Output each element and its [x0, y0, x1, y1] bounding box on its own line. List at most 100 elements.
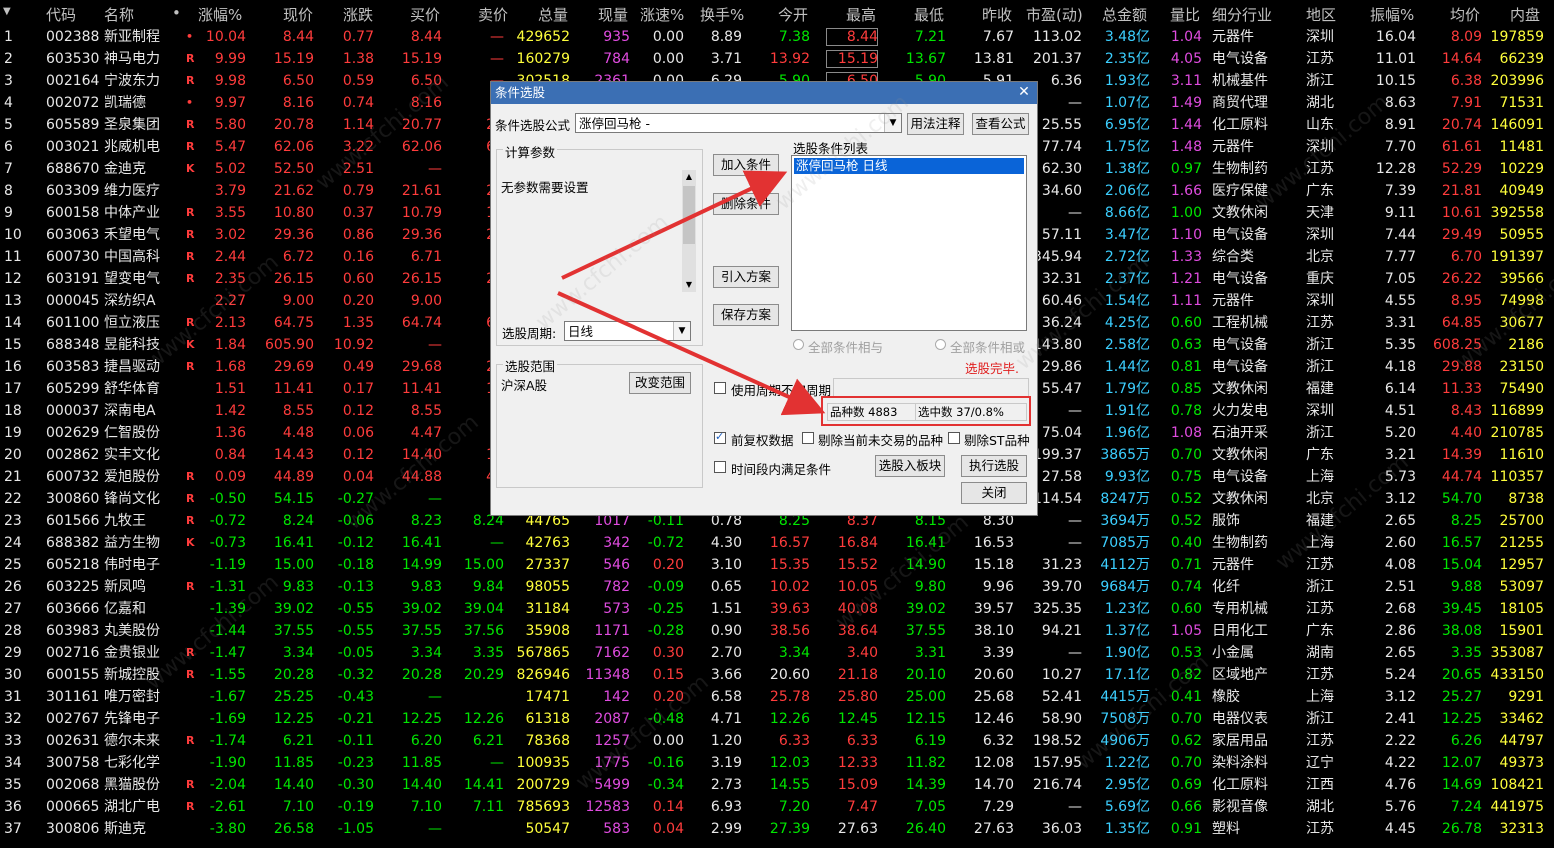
column-header[interactable]: • — [172, 4, 181, 22]
chevron-down-icon[interactable]: ▼ — [673, 322, 690, 340]
table-cell: 兆威机电 — [104, 139, 160, 155]
table-cell: 600155 — [46, 667, 100, 683]
table-row[interactable]: 32 002767 先锋电子 -1.69 12.25 -0.21 12.25 12.26 613… — [0, 708, 1554, 730]
column-header[interactable]: 涨速% — [640, 4, 684, 25]
column-header[interactable]: 现价 — [283, 4, 313, 25]
table-cell: 10 — [4, 227, 22, 243]
fixed-period-checkbox[interactable] — [714, 382, 726, 394]
table-row[interactable]: 1 002388 新亚制程 • 10.04 8.44 0.77 8.44 — 429652 935 0… — [0, 26, 1554, 48]
table-cell: 浙江 — [1306, 359, 1334, 375]
formula-select[interactable]: 涨停回马枪 - ▼ — [575, 113, 902, 133]
table-cell: 12.25 — [401, 711, 442, 727]
column-header[interactable]: 总金额 — [1102, 4, 1147, 25]
column-header[interactable]: 今开 — [778, 4, 808, 25]
close-icon[interactable]: ✕ — [1015, 84, 1033, 101]
column-header[interactable]: 买价 — [410, 4, 440, 25]
table-row[interactable]: 25 605218 伟时电子 -1.19 15.00 -0.18 14.99 15.00 273… — [0, 554, 1554, 576]
table-cell: 605.90 — [265, 337, 314, 353]
column-header[interactable]: 内盘 — [1510, 4, 1540, 25]
table-cell: 13 — [4, 293, 22, 309]
column-header[interactable]: 细分行业 — [1212, 4, 1272, 25]
restore-data-checkbox[interactable] — [714, 430, 726, 444]
table-cell: 002716 — [46, 645, 100, 661]
table-cell: 10.92 — [333, 337, 374, 353]
table-cell: 3.12 — [1384, 689, 1416, 705]
save-scheme-button[interactable]: 保存方案 — [713, 304, 779, 326]
table-row[interactable]: 28 603983 丸美股份 -1.44 37.55 -0.55 37.55 37.56 359… — [0, 620, 1554, 642]
column-header[interactable]: 名称 — [104, 4, 134, 25]
params-scrollbar[interactable]: ▲ ▼ — [682, 170, 696, 292]
scrollbar-thumb[interactable] — [683, 186, 695, 244]
column-header[interactable]: 现量 — [598, 4, 628, 25]
table-cell: 6.19 — [914, 733, 946, 749]
view-formula-button[interactable]: 查看公式 — [972, 113, 1029, 135]
column-header[interactable]: 换手% — [700, 4, 744, 25]
sort-down-icon[interactable]: ▼ — [3, 6, 11, 17]
table-row[interactable]: 34 300758 七彩化学 -1.90 11.85 -0.23 11.85 — 100935 1… — [0, 752, 1554, 774]
table-row[interactable]: 24 688382 益方生物 K -0.73 16.41 -0.12 16.41 — 42763 3… — [0, 532, 1554, 554]
table-cell: R — [186, 52, 195, 65]
import-scheme-button[interactable]: 引入方案 — [713, 266, 779, 288]
column-header[interactable]: 卖价 — [478, 4, 508, 25]
add-to-block-button[interactable]: 选股入板块 — [875, 455, 945, 477]
table-cell: 14.70 — [973, 777, 1014, 793]
dialog-titlebar[interactable]: 条件选股 ✕ — [491, 82, 1037, 104]
table-cell: 64.75 — [273, 315, 314, 331]
column-header[interactable]: 最低 — [914, 4, 944, 25]
add-condition-button[interactable]: 加入条件 — [713, 154, 779, 176]
column-header[interactable]: 均价 — [1450, 4, 1480, 25]
fixed-period-field[interactable] — [833, 378, 1029, 398]
table-row[interactable]: 27 603666 亿嘉和 -1.39 39.02 -0.55 39.02 39.04 3118… — [0, 598, 1554, 620]
radio-and[interactable] — [793, 339, 804, 350]
table-row[interactable]: 29 002716 金贵银业 R -1.47 3.34 -0.05 3.34 3.35 56786… — [0, 642, 1554, 664]
close-button[interactable]: 关闭 — [961, 482, 1027, 504]
table-cell: 1.68 — [214, 359, 246, 375]
column-header[interactable]: 代码 — [46, 4, 76, 25]
table-cell: 服饰 — [1212, 513, 1240, 529]
column-header[interactable]: 地区 — [1306, 4, 1336, 25]
table-cell: 3.02 — [214, 227, 246, 243]
exclude-st-checkbox[interactable] — [948, 432, 960, 444]
condition-list[interactable]: 涨停回马枪 日线 — [791, 155, 1027, 331]
chevron-up-icon[interactable]: ▲ — [682, 170, 696, 184]
delete-condition-button[interactable]: 删除条件 — [713, 193, 779, 215]
radio-or[interactable] — [935, 339, 946, 350]
table-cell: 6.38 — [1450, 73, 1482, 89]
table-cell: 1.20 — [710, 733, 742, 749]
chevron-down-icon[interactable]: ▼ — [884, 114, 901, 132]
table-row[interactable]: 2 603530 神马电力 R 9.99 15.19 1.38 15.19 — 160279 784… — [0, 48, 1554, 70]
table-cell: 29 — [4, 645, 22, 661]
table-cell: 15.35 — [769, 557, 810, 573]
change-range-button[interactable]: 改变范围 — [629, 372, 691, 394]
period-select[interactable]: 日线 ▼ — [564, 321, 691, 341]
condition-list-item[interactable]: 涨停回马枪 日线 — [794, 158, 1024, 174]
table-row[interactable]: 31 301161 唯万密封 -1.67 25.25 -0.43 — 17471 142 0.20… — [0, 686, 1554, 708]
table-cell: 锋尚文化 — [104, 491, 160, 507]
exclude-untraded-checkbox[interactable] — [802, 432, 814, 444]
table-cell: 0.20 — [652, 689, 684, 705]
column-header[interactable]: 振幅% — [1370, 4, 1414, 25]
table-cell: 1.35亿 — [1104, 821, 1150, 837]
table-cell: 3.39 — [982, 645, 1014, 661]
execute-selection-button[interactable]: 执行选股 — [961, 455, 1027, 477]
chevron-down-icon[interactable]: ▼ — [682, 278, 696, 292]
table-cell: 000037 — [46, 403, 100, 419]
column-header[interactable]: 昨收 — [982, 4, 1012, 25]
table-row[interactable]: 37 300806 斯迪克 -3.80 26.58 -1.05 — 50547 583 0.04 2… — [0, 818, 1554, 840]
table-cell: 14.40 — [401, 447, 442, 463]
table-row[interactable]: 26 603225 新凤鸣 R -1.31 9.83 -0.13 9.83 9.84 98055 7… — [0, 576, 1554, 598]
table-row[interactable]: 36 000665 湖北广电 R -2.61 7.10 -0.19 7.10 7.11 78569… — [0, 796, 1554, 818]
column-header[interactable]: 涨幅% — [198, 4, 242, 25]
usage-notes-button[interactable]: 用法注释 — [907, 113, 964, 135]
column-header[interactable]: 涨跌 — [343, 4, 373, 25]
period-all-checkbox[interactable] — [714, 461, 726, 473]
table-cell: 3.35 — [1450, 645, 1482, 661]
column-header[interactable]: 市盈(动) — [1026, 4, 1083, 25]
table-cell: 16.57 — [769, 535, 810, 551]
table-row[interactable]: 35 002068 黑猫股份 R -2.04 14.40 -0.30 14.40 14.41 20… — [0, 774, 1554, 796]
column-header[interactable]: 量比 — [1170, 4, 1200, 25]
column-header[interactable]: 总量 — [538, 4, 568, 25]
column-header[interactable]: 最高 — [846, 4, 876, 25]
table-row[interactable]: 30 600155 新城控股 R -1.55 20.28 -0.32 20.28 20.29 82… — [0, 664, 1554, 686]
table-row[interactable]: 33 002631 德尔未来 R -1.74 6.21 -0.11 6.20 6.21 78368… — [0, 730, 1554, 752]
